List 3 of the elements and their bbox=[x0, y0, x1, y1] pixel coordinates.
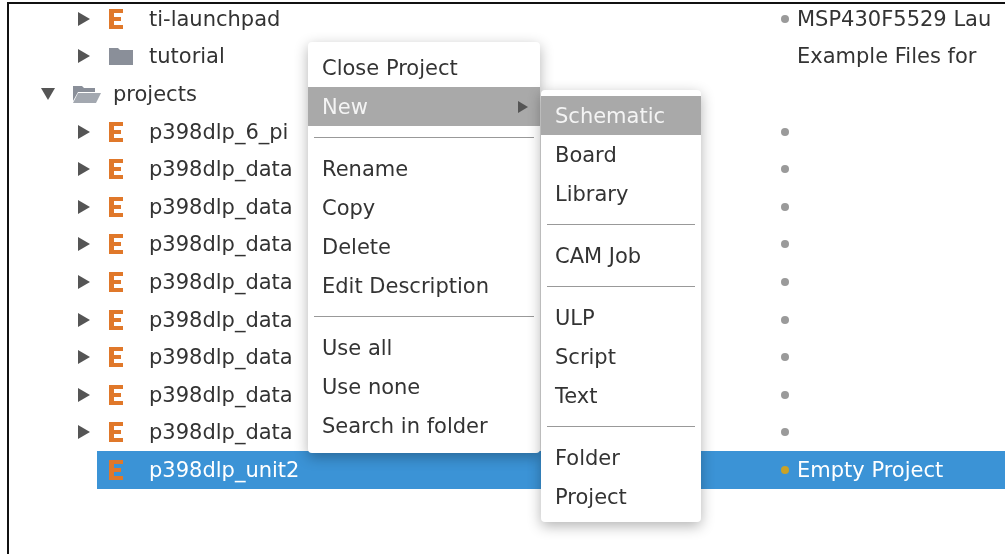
project-description: Empty Project bbox=[797, 457, 944, 482]
project-description: Example Files for bbox=[797, 44, 977, 69]
project-description: MSP430F5529 Lau bbox=[797, 6, 992, 31]
